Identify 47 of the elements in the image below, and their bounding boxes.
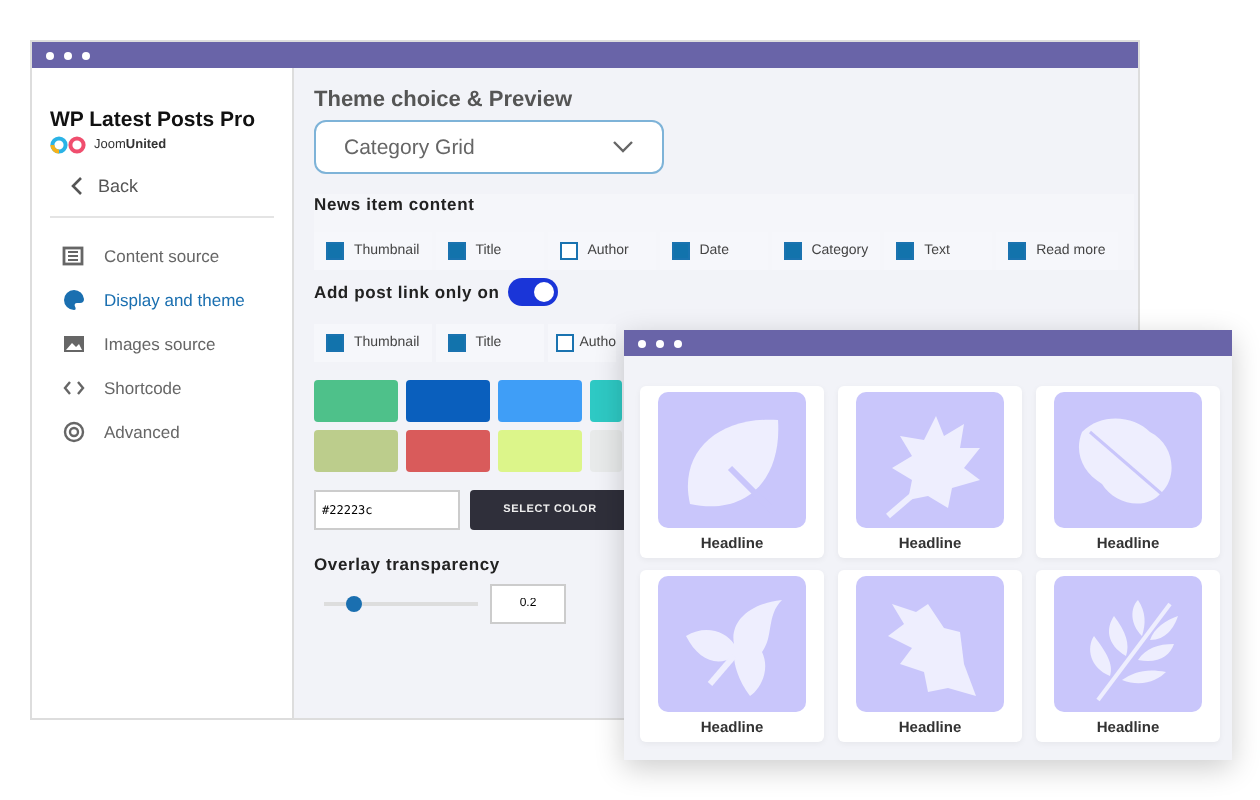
color-swatch[interactable] <box>498 380 582 422</box>
checkbox[interactable] <box>896 242 915 260</box>
color-swatch[interactable] <box>406 380 490 422</box>
color-swatch[interactable] <box>498 430 582 472</box>
code-icon <box>62 376 86 400</box>
sidebar-item[interactable]: Shortcode <box>50 366 292 410</box>
sidebar-item[interactable]: Content source <box>50 234 292 278</box>
leaf-icon <box>1054 392 1202 528</box>
leaf-icon <box>658 392 806 528</box>
leaf-icon <box>658 576 806 712</box>
slider-label: Overlay transparency <box>314 554 502 574</box>
window-dots-icon <box>638 339 686 347</box>
leaf-icon <box>1054 576 1202 712</box>
back-link[interactable]: Back <box>70 176 292 196</box>
window-dots-icon <box>46 51 94 59</box>
color-swatch[interactable] <box>590 430 622 472</box>
palette-icon <box>62 288 86 312</box>
toggle-switch[interactable] <box>507 278 558 306</box>
app-title: WP Latest Posts Pro <box>50 108 257 132</box>
checkbox[interactable] <box>555 334 574 352</box>
leaf-icon <box>856 576 1004 712</box>
chevron-left-icon <box>70 176 84 196</box>
section-label: News item content <box>314 194 477 214</box>
checkbox[interactable] <box>447 242 466 260</box>
checkbox[interactable] <box>326 334 344 352</box>
list-icon <box>62 244 86 268</box>
checkbox[interactable] <box>671 242 690 260</box>
color-swatch[interactable] <box>590 380 622 422</box>
checkbox[interactable] <box>326 242 344 260</box>
brand-logo-icon <box>50 136 88 154</box>
color-swatch[interactable] <box>314 380 398 422</box>
sidebar-item[interactable]: Advanced <box>50 410 292 454</box>
chevron-down-icon <box>612 140 634 154</box>
leaf-icon <box>856 392 1004 528</box>
sidebar-item[interactable]: Images source <box>50 322 292 366</box>
section-heading: Theme choice & Preview <box>314 88 574 112</box>
checkbox[interactable] <box>559 242 578 260</box>
theme-dropdown[interactable]: Category Grid <box>314 120 664 174</box>
sidebar-item[interactable]: Display and theme <box>50 278 292 322</box>
checkbox[interactable] <box>783 242 802 260</box>
image-icon <box>62 332 86 356</box>
slider-thumb[interactable] <box>346 596 363 612</box>
checkbox[interactable] <box>447 334 466 352</box>
color-swatch[interactable] <box>406 430 490 472</box>
toggle-label: Add post link only on <box>314 282 500 302</box>
color-swatch[interactable] <box>314 430 398 472</box>
checkbox[interactable] <box>1008 242 1027 260</box>
